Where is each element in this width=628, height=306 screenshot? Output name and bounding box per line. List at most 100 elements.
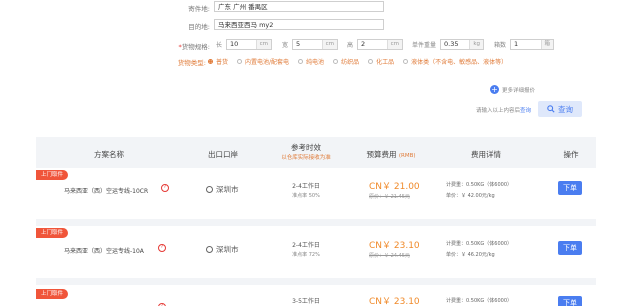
more-quotes-label: 更多详细报价 bbox=[502, 87, 536, 94]
route-name: 马来西亚（西）空运专线-10CR bbox=[64, 188, 149, 195]
table-row: 上门取件 马来西亚（西）空运专线-10CR ? 深圳市 2-4工作日 准点率 5… bbox=[36, 168, 596, 221]
width-value: 5 bbox=[296, 40, 301, 48]
row-separator bbox=[36, 219, 596, 226]
goods-type-label: 货物类型: bbox=[177, 59, 206, 67]
on-time-rate: 准点率 50% bbox=[292, 193, 320, 199]
search-hint-text: 请输入以上内容后 bbox=[476, 108, 521, 114]
radio-dot bbox=[237, 59, 243, 64]
header-detail: 费用详情 bbox=[471, 150, 501, 159]
transit-days: 3-5工作日 bbox=[292, 298, 320, 305]
location-icon bbox=[206, 246, 213, 253]
length-unit: cm bbox=[255, 40, 272, 49]
price: CN￥ 23.10 bbox=[369, 241, 420, 251]
goods-type-radio-group: 普货 内置电池/配套电 纯电池 纺织品 化工品 液体类（不含电、敏感品、液体等） bbox=[208, 57, 507, 66]
weight-group: 单件重量 0.35 kg bbox=[412, 39, 485, 50]
width-unit: cm bbox=[321, 40, 338, 49]
goods-type-option[interactable]: 内置电池/配套电 bbox=[237, 57, 289, 66]
export-port: 深圳市 bbox=[206, 184, 239, 195]
unit-price: 单价：￥ 46.20元/kg bbox=[446, 252, 495, 258]
pickup-tag: 上门取件 bbox=[36, 170, 69, 180]
plus-circle-icon: + bbox=[490, 85, 499, 94]
header-cost[interactable]: 预算费用 (RMB) bbox=[351, 149, 431, 160]
count-unit: 箱 bbox=[540, 40, 554, 49]
height-value: 2 bbox=[361, 40, 366, 48]
goods-type-option-label: 内置电池/配套电 bbox=[245, 59, 290, 66]
height-input[interactable]: 2 cm bbox=[357, 39, 404, 50]
original-price: 原价：￥ 21.45元 bbox=[369, 194, 410, 200]
on-time-rate: 准点率 72% bbox=[292, 252, 320, 258]
port-name: 深圳市 bbox=[216, 245, 239, 254]
goods-type-option[interactable]: 普货 bbox=[208, 57, 228, 66]
origin-label: 寄件地: bbox=[188, 5, 210, 13]
goods-type-option-label: 化工品 bbox=[376, 59, 395, 66]
size-label: *货物规格: bbox=[178, 43, 210, 51]
height-label: 高 bbox=[347, 42, 354, 49]
destination-label: 目的地: bbox=[188, 23, 210, 31]
goods-type-option[interactable]: 化工品 bbox=[368, 57, 394, 66]
length-group: 长 10 cm bbox=[216, 39, 273, 50]
price: CN￥ 21.00 bbox=[369, 182, 420, 192]
count-label: 箱数 bbox=[494, 42, 507, 49]
weight-label: 单件重量 bbox=[412, 42, 437, 49]
header-cost-sub: (RMB) bbox=[398, 153, 416, 159]
length-value: 10 bbox=[230, 40, 239, 48]
height-group: 高 2 cm bbox=[347, 39, 404, 50]
radio-dot bbox=[208, 59, 213, 64]
count-group: 箱数 1 箱 bbox=[494, 39, 555, 50]
order-button[interactable]: 下单 bbox=[558, 296, 582, 306]
length-label: 长 bbox=[216, 42, 223, 49]
billing-weight: 计费重：0.50KG（体6000） bbox=[446, 182, 513, 188]
radio-dot bbox=[333, 59, 339, 64]
count-value: 1 bbox=[514, 40, 519, 48]
width-input[interactable]: 5 cm bbox=[292, 39, 339, 50]
search-button-label: 查询 bbox=[558, 104, 573, 114]
width-group: 宽 5 cm bbox=[282, 39, 339, 50]
weight-input[interactable]: 0.35 kg bbox=[440, 39, 485, 50]
weight-value: 0.35 bbox=[444, 40, 459, 48]
radio-dot bbox=[368, 59, 374, 64]
billing-weight: 计费重：0.50KG（体6000） bbox=[446, 298, 513, 304]
export-port: 深圳市 bbox=[206, 244, 239, 255]
more-quotes-link[interactable]: + 更多详细报价 bbox=[490, 85, 535, 94]
row-separator bbox=[36, 278, 596, 285]
search-icon bbox=[547, 105, 555, 113]
radio-dot bbox=[298, 59, 304, 64]
count-input[interactable]: 1 箱 bbox=[510, 39, 555, 50]
radio-dot bbox=[403, 59, 409, 64]
pickup-tag: 上门取件 bbox=[36, 289, 69, 299]
header-time-label: 参考时效 bbox=[291, 143, 321, 152]
search-hint-link[interactable]: 查询 bbox=[520, 108, 531, 114]
width-label: 宽 bbox=[282, 42, 289, 49]
destination-input[interactable]: 马来西亚西马 my2 bbox=[214, 19, 384, 30]
table-row: 上门取件 ? 3-5工作日 CN￥ 23.10 计费重：0.50KG（体6000… bbox=[36, 285, 596, 306]
header-port: 出口口岸 bbox=[208, 150, 238, 159]
transit-days: 2-4工作日 bbox=[292, 242, 320, 249]
search-button[interactable]: 查询 bbox=[538, 101, 582, 117]
header-time-sub: 以仓库实际接收为准 bbox=[281, 155, 331, 161]
weight-unit: kg bbox=[469, 40, 484, 49]
goods-type-option[interactable]: 纺织品 bbox=[333, 57, 359, 66]
goods-type-option[interactable]: 纯电池 bbox=[298, 57, 324, 66]
original-price: 原价：￥ 24.45元 bbox=[369, 253, 410, 259]
goods-type-option[interactable]: 液体类（不含电、敏感品、液体等） bbox=[403, 57, 507, 66]
height-unit: cm bbox=[386, 40, 403, 49]
question-icon[interactable]: ? bbox=[161, 184, 169, 192]
order-button[interactable]: 下单 bbox=[558, 241, 582, 255]
route-name: 马来西亚（西）空运专线-10A bbox=[64, 248, 144, 255]
billing-weight: 计费重：0.50KG（体6000） bbox=[446, 241, 513, 247]
header-action: 操作 bbox=[563, 150, 579, 159]
header-time: 参考时效 以仓库实际接收为准 bbox=[276, 142, 336, 161]
unit-price: 单价：￥ 42.00元/kg bbox=[446, 193, 495, 199]
goods-type-option-label: 纺织品 bbox=[341, 59, 360, 66]
location-icon bbox=[206, 186, 213, 193]
goods-type-option-label: 纯电池 bbox=[306, 59, 325, 66]
goods-type-option-label: 液体类（不含电、敏感品、液体等） bbox=[411, 59, 508, 66]
length-input[interactable]: 10 cm bbox=[226, 39, 273, 50]
header-plan: 方案名称 bbox=[94, 150, 124, 159]
price: CN￥ 23.10 bbox=[369, 297, 420, 306]
origin-input[interactable]: 广东 广州 番禺区 bbox=[214, 1, 384, 12]
question-icon[interactable]: ? bbox=[158, 244, 166, 252]
pickup-tag: 上门取件 bbox=[36, 228, 69, 238]
goods-type-option-label: 普货 bbox=[216, 59, 229, 66]
order-button[interactable]: 下单 bbox=[558, 181, 582, 195]
